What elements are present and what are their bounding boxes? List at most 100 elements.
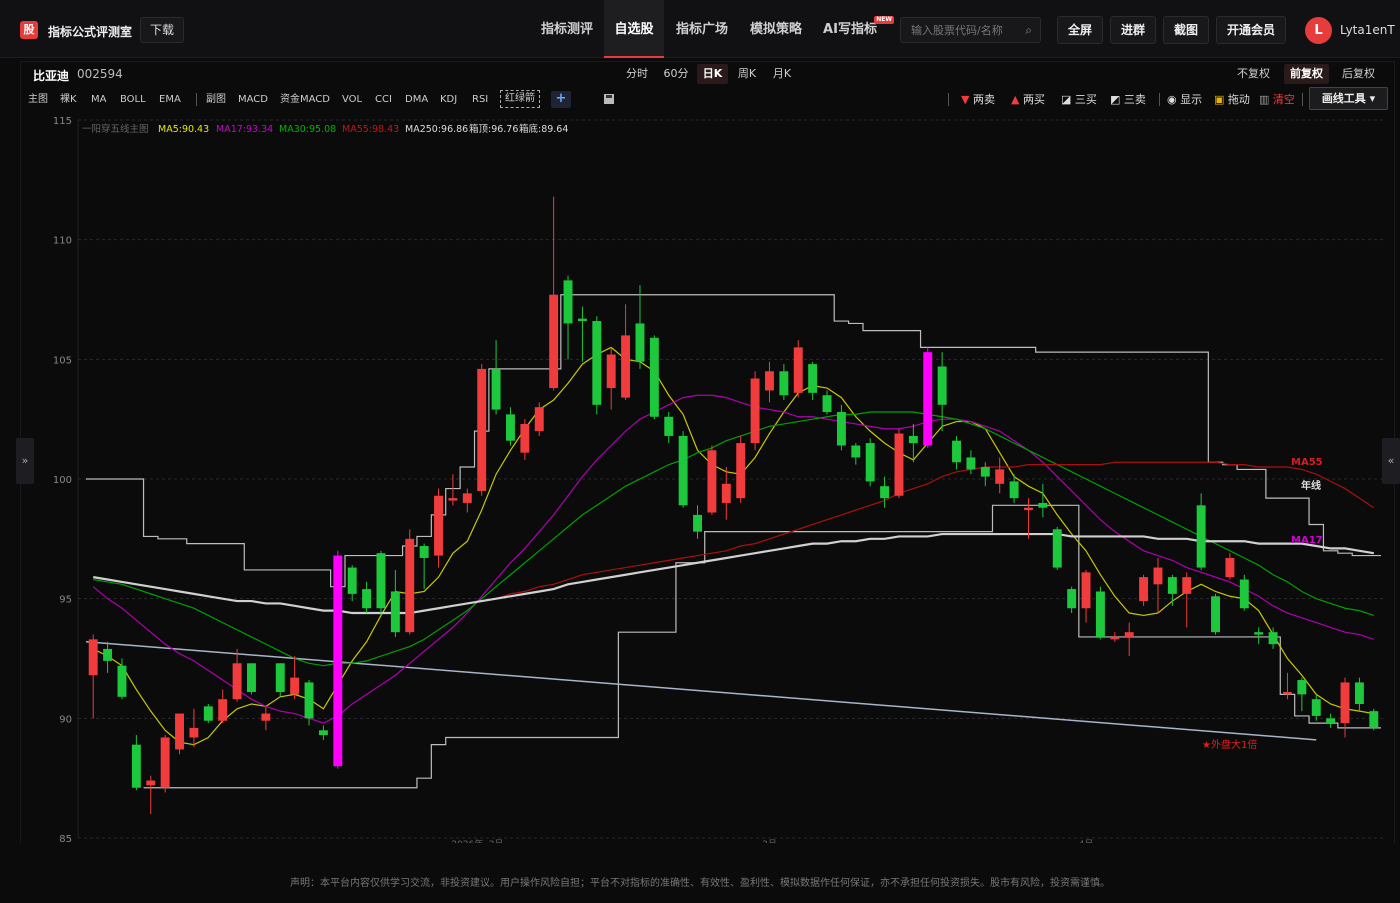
disclaimer: 声明：本平台内容仅供学习交流，非投资建议。用户操作风险自担；平台不对指标的准确性… (290, 878, 1110, 889)
candle-body (477, 368, 487, 491)
candle-body (333, 555, 343, 767)
candle-body (577, 318, 587, 322)
candle-body (851, 445, 861, 458)
candle-body (1369, 711, 1379, 728)
candle-body (908, 435, 918, 444)
ma55-annotation: MA55 (1291, 457, 1323, 468)
candle-body (678, 435, 688, 506)
legend-item: 箱底:89.64 (519, 123, 568, 135)
candle-body (117, 665, 127, 697)
candle-body (980, 467, 990, 477)
y-tick-label: 95 (59, 595, 72, 606)
candle-body (1167, 577, 1177, 594)
candle-body (218, 699, 228, 721)
y-tick-label: 90 (59, 714, 72, 725)
candle-body (779, 371, 789, 396)
legend-item: MA250:96.86 (405, 124, 468, 135)
candle-body (563, 280, 573, 324)
candle-body (491, 368, 501, 410)
candle-body (290, 677, 300, 695)
legend-item: MA5:90.43 (158, 124, 209, 135)
candle-body (822, 395, 832, 412)
candle-body (664, 416, 674, 436)
candle-body (534, 407, 544, 432)
candle-body (189, 727, 199, 738)
candle-body (146, 780, 156, 786)
candle-body (1354, 682, 1364, 704)
box-bottom-line (143, 504, 1381, 789)
candle-body (765, 371, 774, 391)
candle-body (390, 591, 400, 633)
candle-body (1268, 632, 1278, 645)
candle-body (1024, 507, 1033, 511)
candle-body (1225, 557, 1235, 578)
star-annotation: ★外盘大1倍 (1202, 738, 1257, 751)
y-tick-label: 115 (53, 116, 72, 127)
expand-right-icon[interactable]: « (1382, 438, 1400, 484)
candle-body (434, 495, 443, 556)
candle-body (1311, 699, 1321, 716)
candle-body (707, 450, 717, 513)
candle-body (937, 366, 947, 405)
candle-body (865, 443, 875, 482)
candle-body (1124, 632, 1134, 637)
candlestick-chart[interactable]: 1151101051009590852026年2月3月4月一阳穿五线主图MA5:… (0, 0, 1400, 900)
y-tick-label: 100 (53, 475, 72, 486)
candle-body (621, 335, 631, 398)
candle-body (549, 294, 559, 389)
candle-body (275, 663, 285, 693)
y-tick-label: 105 (53, 355, 72, 366)
legend-item: MA55:98.43 (342, 124, 399, 135)
candle-body (995, 469, 1005, 484)
ma-line-ma17 (92, 394, 1374, 724)
candle-body (721, 483, 731, 503)
expand-left-icon[interactable]: » (16, 438, 34, 484)
candle-body (894, 433, 904, 496)
candle-body (1283, 692, 1292, 695)
legend-title: 一阳穿五线主图 (82, 123, 149, 135)
candle-body (1182, 577, 1192, 594)
candle-body (462, 493, 472, 503)
candle-body (261, 713, 271, 721)
candle-body (1095, 591, 1105, 637)
candle-body (232, 663, 242, 700)
legend-item: 箱顶:96.76 (469, 123, 518, 135)
y-tick-label: 110 (53, 236, 72, 247)
ma17-annotation: MA17 (1291, 535, 1323, 546)
candle-body (405, 538, 415, 633)
candle-body (448, 498, 458, 501)
candle-body (736, 443, 746, 499)
candle-body (1153, 567, 1163, 585)
candle-body (836, 411, 846, 446)
candle-body (203, 706, 213, 721)
ma-line-ma250 (93, 532, 1374, 615)
candle-body (1196, 505, 1206, 568)
candle-body (318, 730, 328, 736)
candle-body (1297, 680, 1307, 695)
candle-body (606, 354, 616, 389)
candle-body (635, 323, 645, 362)
axis-mask (0, 843, 1400, 859)
candle-body (966, 457, 976, 470)
candle-body (750, 378, 760, 444)
candle-body (419, 546, 429, 558)
box-top-line (86, 294, 1381, 588)
candle-body (362, 589, 372, 609)
candle-body (131, 744, 141, 788)
candle-body (1052, 529, 1062, 568)
candle-body (175, 713, 184, 750)
candle-body (793, 347, 803, 393)
candle-body (952, 440, 961, 463)
candle-body (304, 682, 314, 719)
candle-body (1254, 632, 1264, 635)
legend-item: MA30:95.08 (279, 124, 336, 135)
candle-body (1110, 636, 1120, 640)
candle-body (520, 423, 530, 453)
candle-body (347, 567, 357, 594)
candle-body (808, 364, 818, 393)
candle-body (1081, 572, 1091, 609)
candle-body (160, 737, 170, 788)
candle-body (88, 639, 98, 676)
candle-body (506, 414, 515, 441)
candle-body (592, 321, 602, 405)
